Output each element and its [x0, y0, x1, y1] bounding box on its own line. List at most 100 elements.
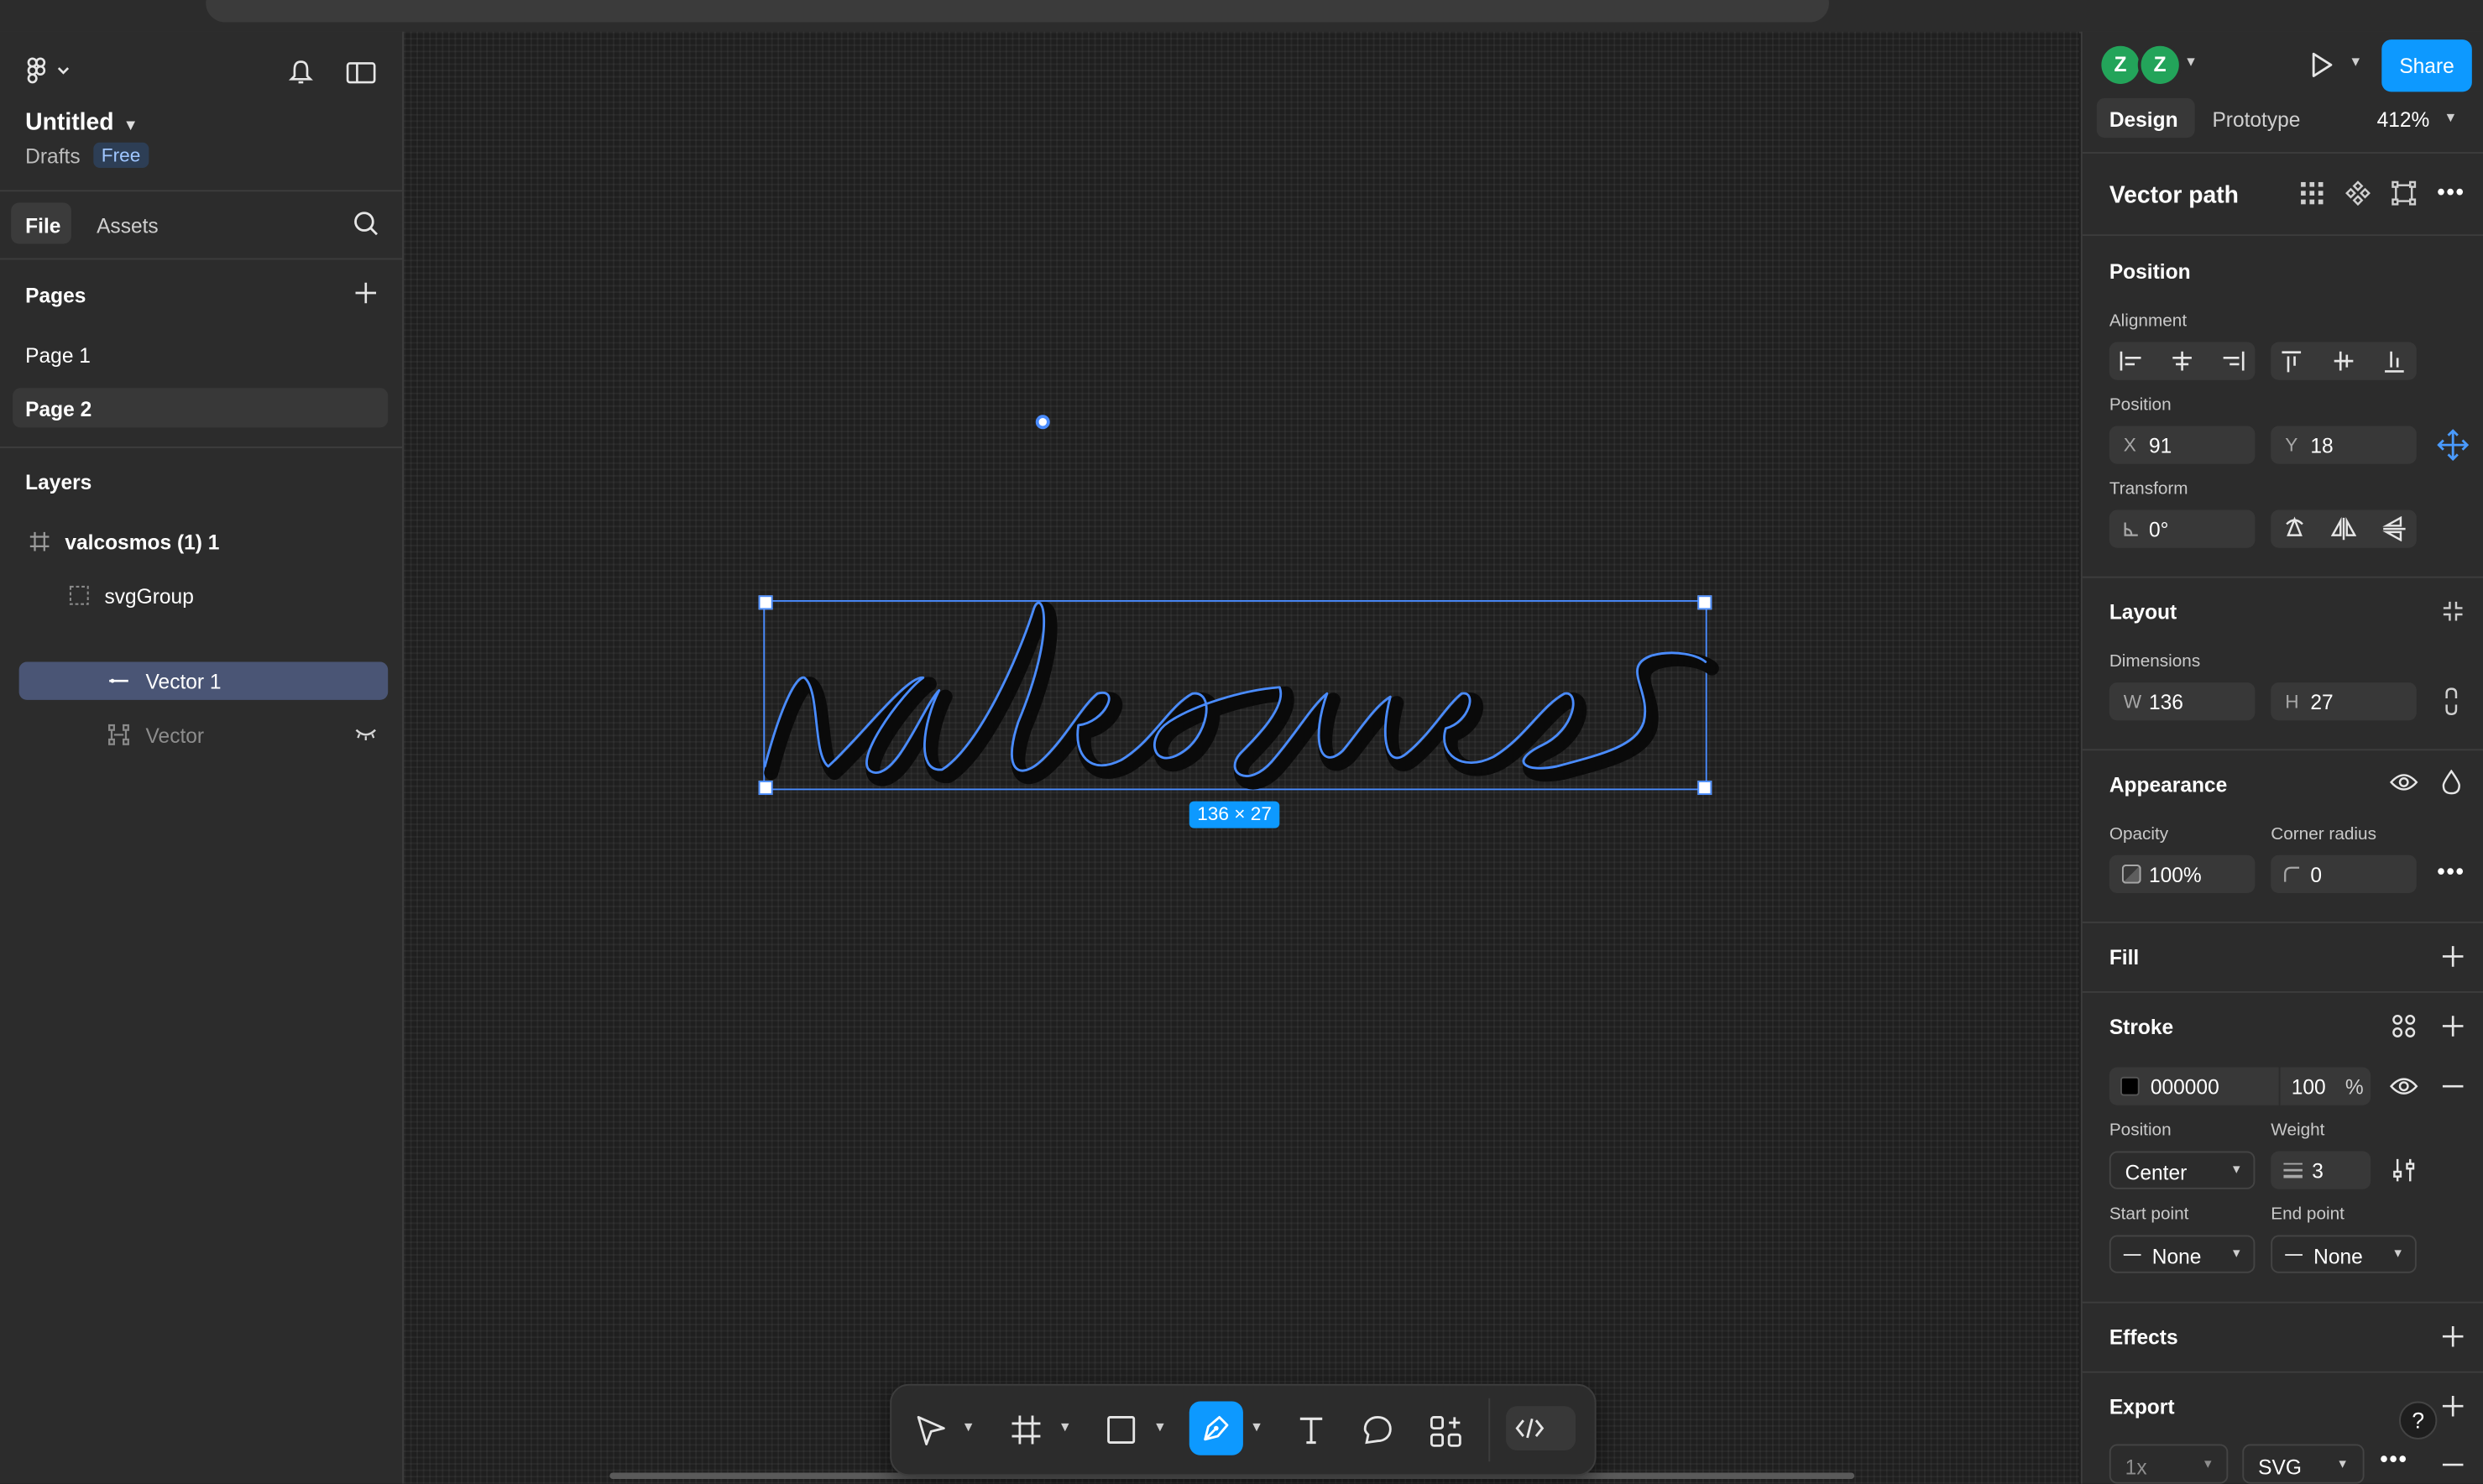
- stroke-color-swatch[interactable]: [2120, 1076, 2140, 1096]
- notifications-bell-icon[interactable]: [286, 59, 315, 87]
- style-library-icon[interactable]: [2392, 1013, 2417, 1038]
- align-center-icon[interactable]: [2170, 350, 2195, 372]
- text-tool-icon[interactable]: [1295, 1414, 1327, 1446]
- add-stroke-icon[interactable]: [2440, 1013, 2465, 1038]
- stroke-position-select[interactable]: Center ▾: [2109, 1151, 2256, 1189]
- layer-row-group[interactable]: svgGroup: [13, 577, 388, 614]
- rotation-field[interactable]: 0°: [2109, 509, 2256, 548]
- resize-handle-bottom-right[interactable]: [1697, 781, 1712, 796]
- chevron-down-icon[interactable]: ▾: [2351, 54, 2359, 71]
- end-point-select[interactable]: None ▾: [2271, 1235, 2417, 1273]
- stroke-visibility-eye-icon[interactable]: [2389, 1075, 2418, 1097]
- export-format-select[interactable]: SVG ▾: [2242, 1444, 2365, 1484]
- export-scale-select[interactable]: 1x ▾: [2109, 1444, 2229, 1484]
- constraints-icon[interactable]: [2437, 429, 2470, 461]
- height-field[interactable]: H 27: [2271, 682, 2417, 721]
- corner-radius-field[interactable]: 0: [2271, 854, 2417, 893]
- tab-assets[interactable]: Assets: [97, 214, 159, 238]
- constrain-proportions-icon[interactable]: [2442, 687, 2461, 716]
- resize-handle-top-right[interactable]: [1697, 595, 1712, 610]
- corner-radius-label: Corner radius: [2271, 824, 2376, 844]
- chevron-down-icon[interactable]: ▾: [2187, 54, 2194, 71]
- stroke-settings-icon[interactable]: [2392, 1157, 2417, 1183]
- x-position-field[interactable]: X 91: [2109, 426, 2256, 464]
- plan-badge[interactable]: Free: [93, 142, 149, 168]
- file-title[interactable]: Untitled ▾: [25, 109, 134, 136]
- align-left-icon[interactable]: [2119, 350, 2144, 372]
- zoom-level[interactable]: 412%: [2377, 107, 2430, 131]
- actions-tool-icon[interactable]: [1429, 1414, 1464, 1450]
- component-icon[interactable]: [2345, 180, 2371, 206]
- present-play-icon[interactable]: [2308, 50, 2336, 79]
- remove-export-icon[interactable]: [2440, 1452, 2465, 1477]
- flip-vertical-icon[interactable]: [2381, 515, 2407, 542]
- add-effect-icon[interactable]: [2440, 1324, 2465, 1349]
- more-options-icon[interactable]: •••: [2437, 858, 2465, 883]
- resize-frame-icon[interactable]: [2392, 180, 2417, 206]
- selection-box[interactable]: [758, 595, 1719, 796]
- vector-anchor-point[interactable]: [1035, 415, 1050, 430]
- tab-file[interactable]: File: [11, 202, 71, 244]
- layer-label: valcosmos (1) 1: [65, 530, 220, 555]
- pen-tool-button[interactable]: [1189, 1401, 1243, 1455]
- rectangle-tool-icon[interactable]: [1106, 1414, 1137, 1446]
- align-top-icon[interactable]: [2281, 350, 2303, 375]
- blend-mode-drop-icon[interactable]: [2442, 769, 2461, 795]
- tab-prototype[interactable]: Prototype: [2212, 107, 2300, 131]
- more-options-icon[interactable]: •••: [2380, 1445, 2407, 1471]
- export-scale-value: 1x: [2125, 1455, 2147, 1479]
- y-position-field[interactable]: Y 18: [2271, 426, 2417, 464]
- more-options-icon[interactable]: •••: [2437, 179, 2465, 204]
- toggle-sidebar-icon[interactable]: [345, 59, 377, 87]
- tab-design-label: Design: [2109, 107, 2178, 132]
- add-page-icon[interactable]: [353, 280, 379, 306]
- resize-handle-bottom-left[interactable]: [758, 781, 773, 796]
- stroke-weight-field[interactable]: 3: [2271, 1151, 2371, 1189]
- tab-design[interactable]: Design: [2096, 97, 2195, 138]
- search-icon[interactable]: [352, 209, 380, 238]
- page-item-2[interactable]: Page 2: [13, 388, 389, 428]
- move-tool-icon[interactable]: [914, 1414, 949, 1450]
- figma-logo-icon[interactable]: [25, 57, 73, 86]
- chevron-down-icon[interactable]: ▾: [2447, 109, 2454, 127]
- signature-vector-path[interactable]: [763, 595, 1719, 795]
- fill-section-title: Fill: [2109, 945, 2140, 969]
- align-right-icon[interactable]: [2220, 350, 2245, 372]
- comment-tool-icon[interactable]: [1362, 1414, 1393, 1446]
- hidden-eye-icon[interactable]: [355, 725, 377, 741]
- avatar[interactable]: Z: [2141, 45, 2179, 84]
- layer-row-vector[interactable]: Vector: [13, 716, 388, 754]
- stroke-color-field[interactable]: 000000 100 %: [2109, 1067, 2371, 1105]
- help-button[interactable]: ?: [2399, 1401, 2438, 1440]
- layer-row-frame[interactable]: valcosmos (1) 1: [13, 523, 388, 561]
- flip-horizontal-icon[interactable]: [2330, 516, 2357, 541]
- layout-section-title: Layout: [2109, 599, 2177, 624]
- align-bottom-icon[interactable]: [2383, 348, 2405, 374]
- visibility-eye-icon[interactable]: [2389, 771, 2418, 793]
- chevron-down-icon[interactable]: ▾: [1252, 1419, 1260, 1436]
- rotate-90-icon[interactable]: [2282, 516, 2307, 541]
- add-fill-icon[interactable]: [2440, 943, 2465, 969]
- address-bar[interactable]: [206, 0, 1829, 23]
- remove-stroke-icon[interactable]: [2440, 1074, 2465, 1099]
- add-export-icon[interactable]: [2440, 1393, 2465, 1419]
- chevron-down-icon[interactable]: ▾: [964, 1419, 972, 1436]
- page-item-1[interactable]: Page 1: [25, 343, 91, 367]
- width-field[interactable]: W 136: [2109, 682, 2256, 721]
- align-middle-icon[interactable]: [2333, 348, 2355, 374]
- frame-tool-icon[interactable]: [1011, 1414, 1043, 1446]
- avatar[interactable]: Z: [2101, 45, 2140, 84]
- file-location[interactable]: Drafts: [25, 144, 80, 168]
- resize-handle-top-left[interactable]: [758, 595, 773, 610]
- design-canvas[interactable]: 136 × 27: [404, 31, 2079, 1484]
- chevron-down-icon[interactable]: ▾: [1156, 1419, 1163, 1436]
- grid-layout-icon[interactable]: [2299, 180, 2324, 206]
- chevron-down-icon[interactable]: ▾: [1061, 1419, 1069, 1436]
- opacity-field[interactable]: 100%: [2109, 854, 2256, 893]
- dev-mode-toggle[interactable]: [1506, 1406, 1576, 1451]
- collapse-layout-icon[interactable]: [2440, 598, 2465, 624]
- alignment-label: Alignment: [2109, 311, 2188, 332]
- start-point-select[interactable]: None ▾: [2109, 1235, 2256, 1273]
- layer-row-vector-1[interactable]: Vector 1: [18, 661, 389, 700]
- share-button[interactable]: Share: [2381, 39, 2472, 92]
